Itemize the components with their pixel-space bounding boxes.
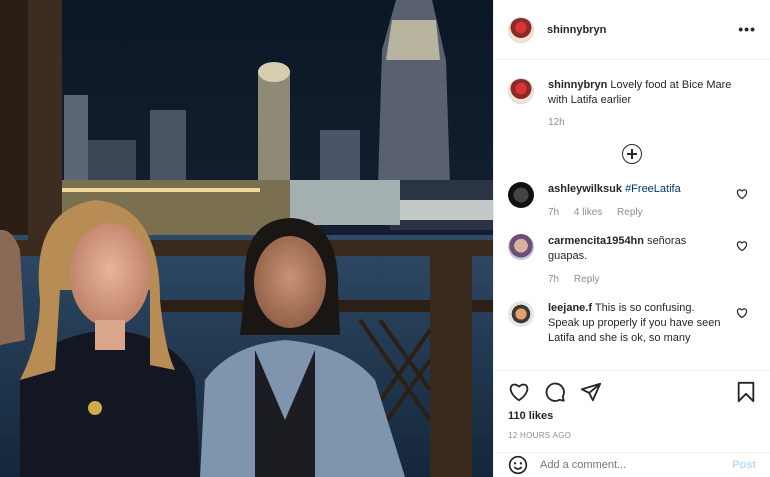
heart-icon[interactable] bbox=[508, 381, 530, 403]
post-actions: 110 likes 12 HOURS AGO bbox=[494, 370, 770, 448]
commenter-username[interactable]: leejane.f bbox=[548, 302, 592, 314]
author-username[interactable]: shinnybryn bbox=[547, 24, 606, 36]
comment-item: ashleywilksuk #FreeLatifa 7h 4 likes Rep… bbox=[494, 182, 770, 220]
caption-username[interactable]: shinnybryn bbox=[548, 79, 607, 91]
emoji-icon[interactable] bbox=[508, 455, 528, 475]
comment-likes[interactable]: 4 likes bbox=[574, 207, 602, 218]
action-icons-row bbox=[508, 381, 756, 403]
heart-icon[interactable] bbox=[736, 307, 748, 319]
comment-icon[interactable] bbox=[544, 381, 566, 403]
comment-time[interactable]: 7h bbox=[548, 274, 559, 285]
post-timestamp[interactable]: 12 HOURS AGO bbox=[508, 431, 756, 440]
reply-button[interactable]: Reply bbox=[617, 207, 643, 218]
likes-count[interactable]: 110 likes bbox=[508, 410, 756, 422]
post-caption: shinnybryn Lovely food at Bice Mare with… bbox=[494, 60, 770, 108]
author-avatar[interactable] bbox=[508, 16, 534, 43]
comments-list[interactable]: shinnybryn Lovely food at Bice Mare with… bbox=[494, 60, 770, 370]
commenter-username[interactable]: ashleywilksuk bbox=[548, 183, 622, 195]
comment-hashtag[interactable]: #FreeLatifa bbox=[625, 183, 681, 195]
commenter-avatar[interactable] bbox=[508, 301, 534, 327]
plus-circle-icon[interactable] bbox=[622, 144, 642, 164]
comment-input[interactable] bbox=[540, 459, 720, 471]
load-more-comments[interactable] bbox=[494, 144, 770, 164]
comment-item: leejane.f This is so confusing. Speak up… bbox=[494, 301, 770, 346]
add-comment-bar: Post bbox=[494, 452, 770, 477]
reply-button[interactable]: Reply bbox=[574, 274, 600, 285]
commenter-avatar[interactable] bbox=[508, 234, 534, 260]
post-comment-button[interactable]: Post bbox=[732, 459, 756, 471]
caption-timestamp[interactable]: 12h bbox=[548, 117, 770, 128]
caption-author-avatar[interactable] bbox=[508, 78, 534, 104]
comment-meta: 7h 4 likes Reply bbox=[548, 205, 728, 220]
commenter-avatar[interactable] bbox=[508, 182, 534, 208]
photo-illustration bbox=[0, 0, 493, 477]
heart-icon[interactable] bbox=[736, 240, 748, 252]
commenter-username[interactable]: carmencita1954hn bbox=[548, 235, 644, 247]
post-photo[interactable] bbox=[0, 0, 493, 477]
comment-meta: 7h Reply bbox=[548, 272, 728, 287]
more-options-icon[interactable]: ••• bbox=[738, 21, 756, 37]
instagram-post-window: shinnybryn ••• shinnybryn Lovely food at… bbox=[0, 0, 770, 477]
post-header: shinnybryn ••• bbox=[494, 0, 770, 60]
comment-time[interactable]: 7h bbox=[548, 207, 559, 218]
comment-item: carmencita1954hn señoras guapas. 7h Repl… bbox=[494, 234, 770, 287]
share-icon[interactable] bbox=[580, 381, 602, 403]
bookmark-icon[interactable] bbox=[736, 381, 756, 403]
heart-icon[interactable] bbox=[736, 188, 748, 200]
post-side-panel: shinnybryn ••• shinnybryn Lovely food at… bbox=[493, 0, 770, 477]
